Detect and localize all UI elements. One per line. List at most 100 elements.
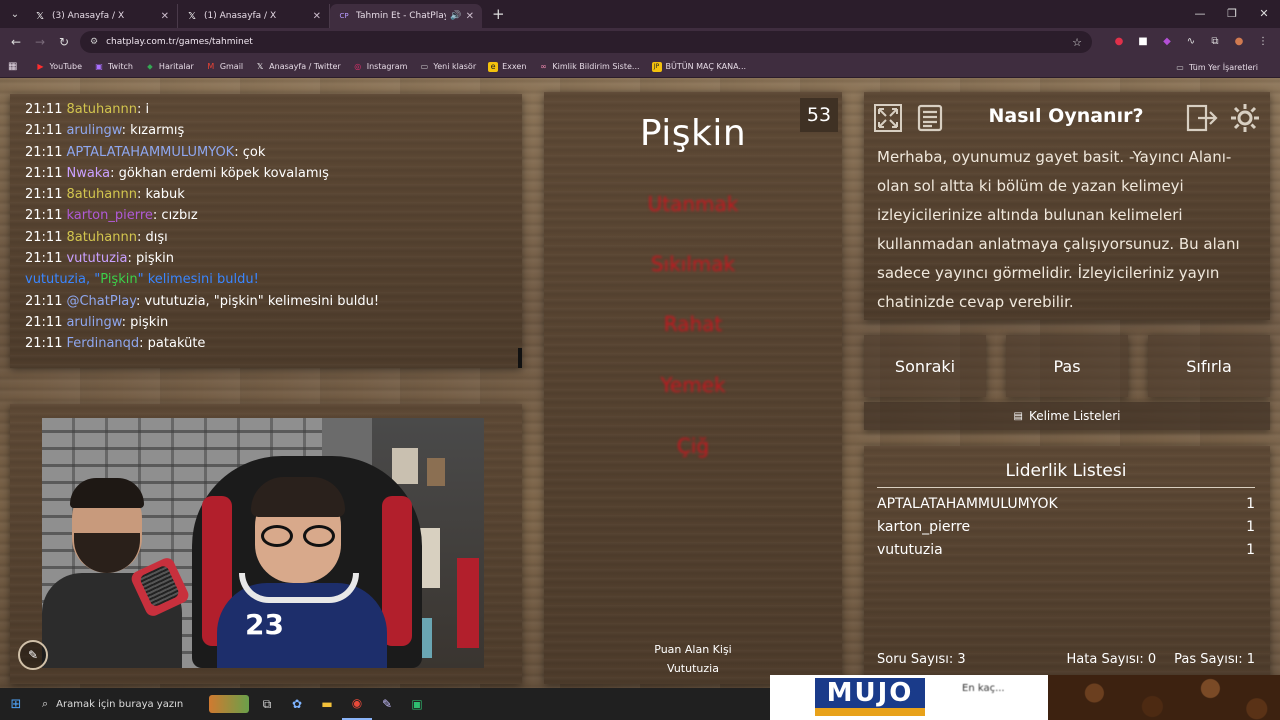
restore-icon[interactable]: ❐ <box>1216 0 1248 28</box>
chrome-icon[interactable]: ◉ <box>342 688 372 720</box>
back-icon[interactable]: ← <box>4 35 28 49</box>
player-name: vututuzia <box>877 542 943 558</box>
chat-username[interactable]: 8atuhannn <box>66 102 137 117</box>
settings-gear-icon[interactable] <box>1227 100 1263 136</box>
bookmark-exxen[interactable]: e Exxen <box>488 61 526 72</box>
pass-button[interactable]: Pas <box>1006 335 1128 397</box>
chat-username[interactable]: arulingw <box>66 315 121 330</box>
file-explorer-icon[interactable]: ▬ <box>312 688 342 720</box>
chat-message: 21:11 Ferdinanqd: pataküte <box>25 333 522 354</box>
speaker-icon[interactable]: 🔊 <box>450 11 461 21</box>
url-text: chatplay.com.tr/games/tahminet <box>106 37 253 47</box>
bookmark-maps[interactable]: ⬥ Haritalar <box>145 62 194 72</box>
fullscreen-icon[interactable] <box>870 100 906 136</box>
bookmarks-bar: ▦ ▶ YouTube ▣ Twitch ⬥ Haritalar M Gmail 𝕏 An… <box>0 56 1280 78</box>
notice-suffix: " kelimesini buldu! <box>137 272 259 288</box>
all-bookmarks[interactable]: ▭ Tüm Yer İşaretleri <box>1175 56 1258 78</box>
reload-icon[interactable]: ↻ <box>52 35 76 49</box>
next-button[interactable]: Sonraki <box>864 335 986 397</box>
green-app-icon[interactable]: ▣ <box>402 688 432 720</box>
word-lists-button[interactable]: ▤ Kelime Listeleri <box>864 402 1270 430</box>
close-tab-icon[interactable]: ✕ <box>313 11 321 22</box>
copilot-icon[interactable]: ✿ <box>282 688 312 720</box>
game-stats: Soru Sayısı: 3 Hata Sayısı: 0 Pas Sayısı… <box>877 652 1255 667</box>
notes-icon[interactable] <box>912 100 948 136</box>
chat-message: 21:11 arulingw: pişkin <box>25 312 522 333</box>
target-word: Pişkin <box>639 113 747 154</box>
taboo-word: Çiğ <box>676 434 710 458</box>
minimize-icon[interactable]: — <box>1184 0 1216 28</box>
browser-toolbar: ← → ↻ ⚙ chatplay.com.tr/games/tahminet ☆… <box>0 28 1280 56</box>
bookmark-star-icon[interactable]: ☆ <box>1072 36 1082 49</box>
extensions-puzzle-icon[interactable]: ⧉ <box>1206 32 1224 50</box>
ad-logo: MUJO <box>815 678 925 716</box>
link-icon: ∞ <box>540 62 547 71</box>
exit-icon[interactable] <box>1184 100 1220 136</box>
task-view-icon[interactable]: ⧉ <box>252 688 282 720</box>
howto-title: Nasıl Oynanır? <box>988 105 1144 127</box>
bookmark-gmail[interactable]: M Gmail <box>206 62 243 72</box>
chat-username[interactable]: Ferdinanqd <box>66 336 139 351</box>
chat-message: 21:11 vututuzia: pişkin <box>25 248 522 269</box>
bookmark-folder[interactable]: ▭ Yeni klasör <box>419 62 476 72</box>
bookmark-mac-kanal[interactable]: JP BÜTÜN MAÇ KANA... <box>651 61 746 72</box>
chat-timestamp: 21:11 <box>25 187 63 203</box>
chat-username[interactable]: APTALATAHAMMULUMYOK <box>66 145 234 160</box>
extension-white-icon[interactable]: ■ <box>1134 32 1152 50</box>
extension-red-icon[interactable]: ● <box>1110 32 1128 50</box>
bookmark-twitch[interactable]: ▣ Twitch <box>94 62 133 72</box>
tab-title: (1) Anasayfa / X <box>204 11 277 21</box>
error-count: Hata Sayısı: 0 <box>1066 652 1157 667</box>
chat-username[interactable]: 8atuhannn <box>66 230 137 245</box>
windows-start-icon[interactable]: ⊞ <box>0 688 32 720</box>
reset-button[interactable]: Sıfırla <box>1148 335 1270 397</box>
chat-username[interactable]: arulingw <box>66 123 121 138</box>
tab-anasayfa-3[interactable]: 𝕏 (3) Anasayfa / X ✕ <box>26 4 178 28</box>
bookmark-youtube[interactable]: ▶ YouTube <box>35 62 82 72</box>
chat-username[interactable]: Nwaka <box>66 166 110 181</box>
profile-avatar[interactable]: ● <box>1230 32 1248 50</box>
gmail-icon: M <box>207 62 215 71</box>
chat-panel: 21:11 8atuhannn: i 21:11 arulingw: kızarmış… <box>10 94 522 368</box>
chat-message: 21:11 8atuhannn: i <box>25 99 522 120</box>
extension-purple-icon[interactable]: ◆ <box>1158 32 1176 50</box>
taskbar-search[interactable]: ⌕ Aramak için buraya yazın <box>32 688 202 720</box>
chat-text: : i <box>136 102 150 117</box>
tab-anasayfa-1[interactable]: 𝕏 (1) Anasayfa / X ✕ <box>178 4 330 28</box>
forward-icon[interactable]: → <box>28 35 52 49</box>
apps-grid-icon[interactable]: ▦ <box>8 61 17 72</box>
chat-username[interactable]: vututuzia <box>66 251 127 266</box>
chat-text: : kabuk <box>136 187 185 203</box>
chat-text: : vututuzia, "pişkin" kelimesini buldu! <box>136 293 380 309</box>
chat-username[interactable]: @ChatPlay <box>66 294 136 309</box>
close-window-icon[interactable]: ✕ <box>1248 0 1280 28</box>
pen-app-icon[interactable]: ✎ <box>372 688 402 720</box>
ad-banner[interactable]: MUJO En kaç... <box>770 675 1280 720</box>
bookmark-twitter[interactable]: 𝕏 Anasayfa / Twitter <box>255 62 341 72</box>
coffee-beans-image <box>1048 675 1280 720</box>
ad-tagline: En kaç... <box>962 683 1005 694</box>
site-info-icon[interactable]: ⚙ <box>90 37 98 47</box>
bookmark-kimlik[interactable]: ∞ Kimlik Bildirim Siste... <box>538 62 639 72</box>
tab-chatplay[interactable]: CP Tahmin Et - ChatPlay 🔊 ✕ <box>330 4 482 28</box>
bookmark-instagram[interactable]: ◎ Instagram <box>353 62 407 72</box>
pen-edit-icon[interactable]: ✎ <box>18 640 48 670</box>
menu-icon[interactable]: ⋮ <box>1254 32 1272 50</box>
taboo-word: Utanmak <box>647 192 739 216</box>
chat-username[interactable]: 8atuhannn <box>66 187 137 202</box>
chat-username[interactable]: karton_pierre <box>66 208 152 223</box>
streamer-right: 23 <box>217 477 387 668</box>
chat-scrollbar[interactable] <box>518 348 522 368</box>
close-tab-icon[interactable]: ✕ <box>161 11 169 22</box>
extension-wave-icon[interactable]: ∿ <box>1182 32 1200 50</box>
taboo-word: Sıkılmak <box>650 252 736 276</box>
folder-icon: ▭ <box>1176 62 1184 72</box>
news-widget-icon[interactable] <box>206 688 252 720</box>
close-tab-icon[interactable]: ✕ <box>466 11 474 22</box>
address-bar[interactable]: ⚙ chatplay.com.tr/games/tahminet ☆ <box>80 31 1092 53</box>
chat-timestamp: 21:11 <box>25 229 63 245</box>
chat-message: 21:11 APTALATAHAMMULUMYOK: çok <box>25 142 522 163</box>
x-logo-icon: 𝕏 <box>187 10 197 22</box>
tab-search-icon[interactable]: ⌄ <box>4 4 26 24</box>
new-tab-icon[interactable]: + <box>492 5 505 23</box>
